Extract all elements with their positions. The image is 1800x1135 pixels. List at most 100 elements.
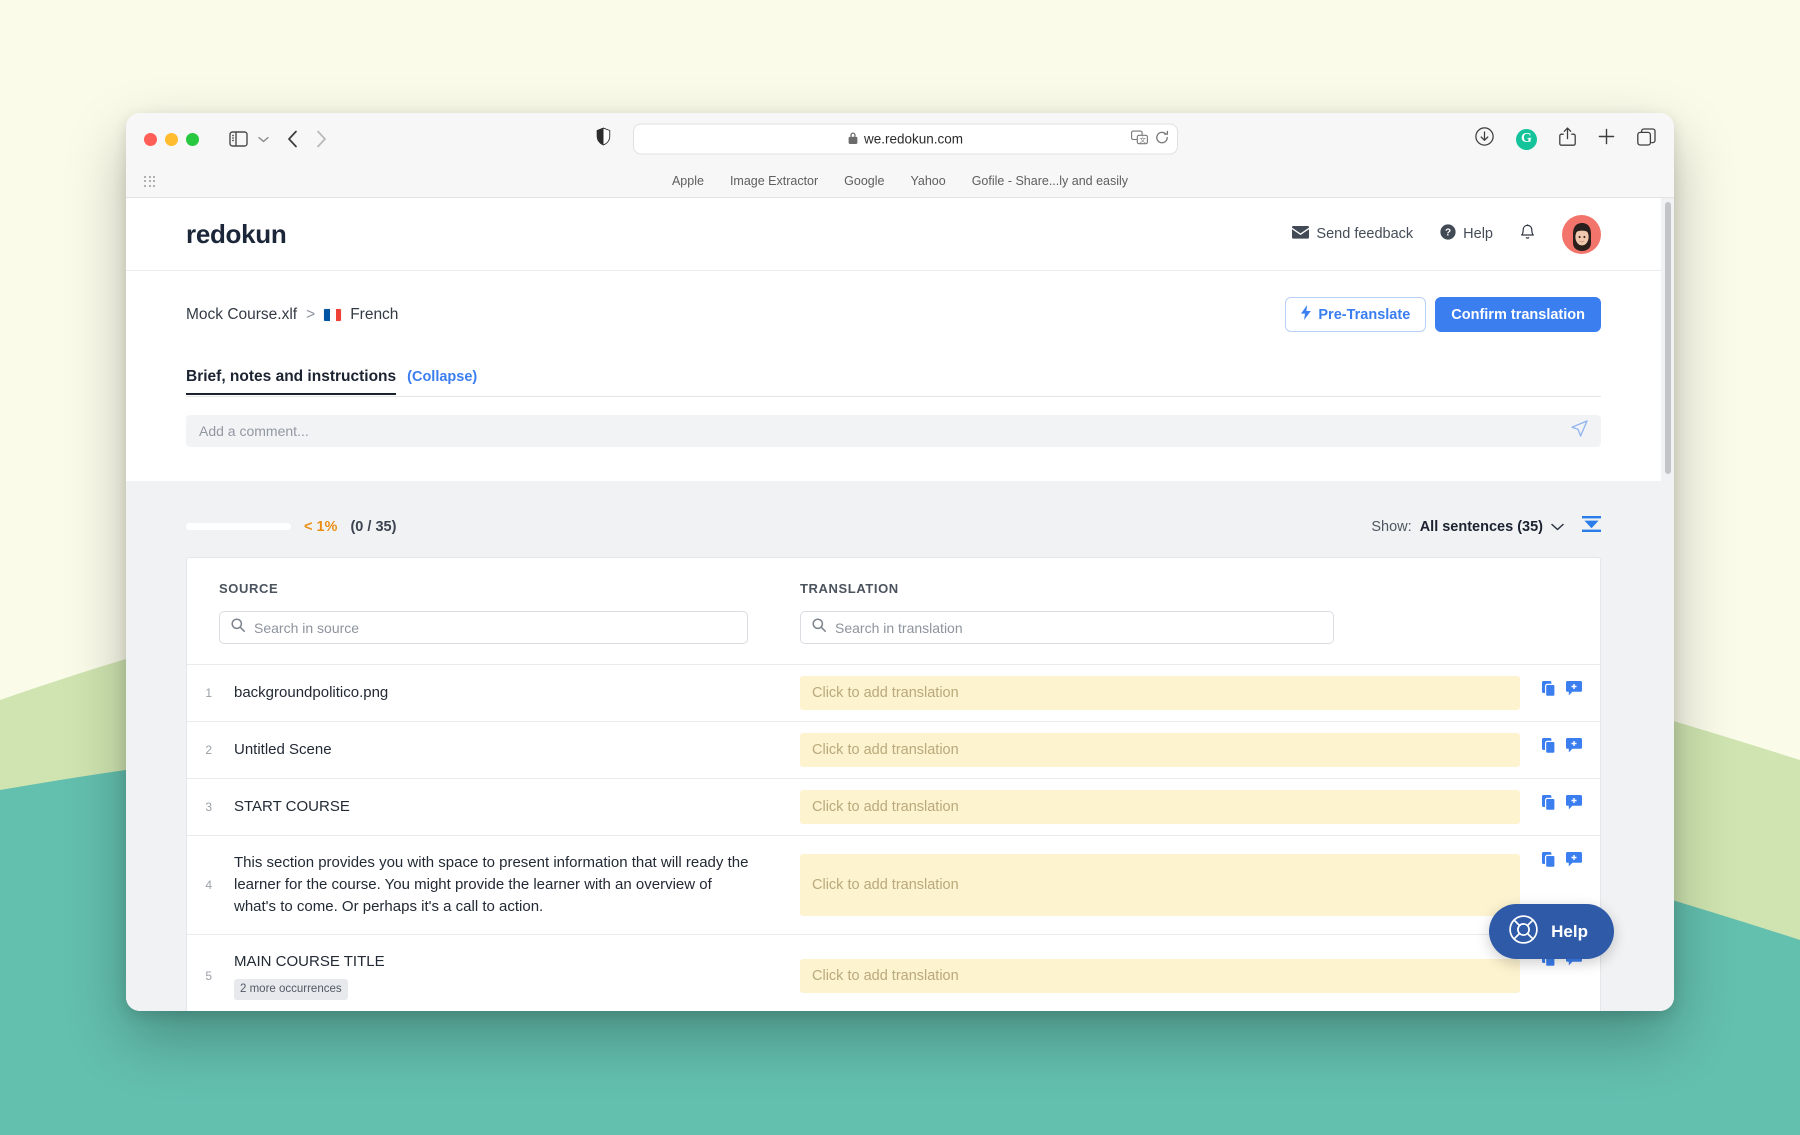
confirm-translation-label: Confirm translation xyxy=(1451,306,1585,323)
bookmark-item[interactable]: Apple xyxy=(672,174,704,188)
brief-title: Brief, notes and instructions xyxy=(186,368,397,395)
search-icon xyxy=(812,618,826,637)
lightning-icon xyxy=(1301,305,1312,324)
progress-fraction: (0 / 35) xyxy=(350,518,397,535)
breadcrumb-language[interactable]: French xyxy=(350,306,398,324)
add-comment-icon[interactable] xyxy=(1566,852,1582,872)
row-source-text: Untitled Scene xyxy=(234,740,332,758)
translation-input[interactable]: Click to add translation xyxy=(800,958,1520,993)
row-number: 1 xyxy=(205,686,212,700)
user-avatar[interactable] xyxy=(1562,214,1601,254)
minimize-window-button[interactable] xyxy=(165,132,178,146)
row-translation: Click to add translation xyxy=(782,722,1538,778)
shield-icon[interactable] xyxy=(596,127,611,151)
bookmark-item[interactable]: Yahoo xyxy=(910,174,945,188)
search-translation-placeholder: Search in translation xyxy=(835,619,963,636)
copy-source-icon[interactable] xyxy=(1542,795,1557,816)
header-actions: Send feedback ? Help xyxy=(1292,214,1601,254)
send-feedback-button[interactable]: Send feedback xyxy=(1292,225,1414,243)
lock-icon xyxy=(848,131,858,147)
bookmark-item[interactable]: Image Extractor xyxy=(730,174,818,188)
search-source-placeholder: Search in source xyxy=(254,619,360,636)
address-bar[interactable]: we.redokun.com 文 xyxy=(633,123,1178,155)
copy-source-icon[interactable] xyxy=(1542,681,1557,702)
back-icon[interactable] xyxy=(287,130,298,148)
redokun-logo[interactable]: redokun xyxy=(186,219,287,250)
tab-overview-icon[interactable] xyxy=(1637,127,1656,151)
row-actions xyxy=(1538,722,1600,778)
close-window-button[interactable] xyxy=(144,132,157,146)
show-filter-select[interactable]: Show: All sentences (35) xyxy=(1371,518,1564,536)
translation-column-header: TRANSLATION xyxy=(782,580,1600,598)
row-actions xyxy=(1538,779,1600,835)
copy-source-icon[interactable] xyxy=(1542,738,1557,759)
translation-input[interactable]: Click to add translation xyxy=(800,733,1520,767)
bookmark-item[interactable]: Gofile - Share...ly and easily xyxy=(972,174,1128,188)
breadcrumb-file[interactable]: Mock Course.xlf xyxy=(186,306,297,324)
help-widget-label: Help xyxy=(1551,921,1588,941)
sidebar-icon[interactable] xyxy=(229,131,248,147)
sentences-panel: < 1% (0 / 35) Show: All sentences (35) S… xyxy=(126,481,1661,1011)
pre-translate-button[interactable]: Pre-Translate xyxy=(1285,297,1427,332)
notifications-button[interactable] xyxy=(1520,223,1535,245)
table-search-row: Search in source Search in translation xyxy=(187,598,1600,664)
row-source: Untitled Scene xyxy=(219,722,782,778)
envelope-icon xyxy=(1292,225,1310,243)
send-icon[interactable] xyxy=(1571,420,1588,442)
translation-placeholder: Click to add translation xyxy=(812,967,959,984)
search-source-input[interactable]: Search in source xyxy=(219,611,748,644)
document-top-panel: Mock Course.xlf > French Pre-Translate C… xyxy=(126,271,1661,481)
source-column-header: SOURCE xyxy=(187,580,782,598)
collapse-toggle[interactable]: (Collapse) xyxy=(407,369,477,385)
add-comment-icon[interactable] xyxy=(1566,681,1582,701)
translate-icon[interactable]: 文 xyxy=(1131,130,1148,148)
stats-row: < 1% (0 / 35) Show: All sentences (35) xyxy=(186,481,1601,557)
translation-input[interactable]: Click to add translation xyxy=(800,790,1520,824)
new-tab-icon[interactable] xyxy=(1598,128,1615,150)
maximize-window-button[interactable] xyxy=(186,132,199,146)
row-translation: Click to add translation xyxy=(782,836,1538,934)
translation-placeholder: Click to add translation xyxy=(812,685,959,701)
downloads-icon[interactable] xyxy=(1475,127,1494,151)
progress-group: < 1% (0 / 35) xyxy=(186,519,396,535)
add-comment-icon[interactable] xyxy=(1566,738,1582,758)
row-source-text: MAIN COURSE TITLE xyxy=(234,953,385,971)
bookmark-item[interactable]: Google xyxy=(844,174,884,188)
breadcrumb-row: Mock Course.xlf > French Pre-Translate C… xyxy=(186,271,1601,332)
row-number: 5 xyxy=(205,968,212,983)
breadcrumb-separator: > xyxy=(306,305,316,323)
table-row: 3 START COURSE Click to add translation xyxy=(187,778,1600,835)
reload-icon[interactable] xyxy=(1155,130,1169,148)
page-viewport: redokun Send feedback ? Help Mock Course… xyxy=(126,198,1674,1011)
bookmarks-bar: Apple Image Extractor Google Yahoo Gofil… xyxy=(126,165,1674,197)
help-link[interactable]: ? Help xyxy=(1440,224,1493,244)
occurrences-badge[interactable]: 2 more occurrences xyxy=(234,979,348,1001)
forward-icon[interactable] xyxy=(316,130,327,148)
window-controls[interactable] xyxy=(144,132,199,146)
add-comment-icon[interactable] xyxy=(1566,795,1582,815)
translation-input[interactable]: Click to add translation xyxy=(800,854,1520,917)
help-label: Help xyxy=(1463,226,1493,242)
table-header: SOURCE TRANSLATION xyxy=(187,558,1600,598)
translation-input[interactable]: Click to add translation xyxy=(800,676,1520,710)
search-translation-input[interactable]: Search in translation xyxy=(800,611,1334,644)
row-translation: Click to add translation xyxy=(782,665,1538,721)
row-source: START COURSE xyxy=(219,779,782,835)
help-widget-button[interactable]: Help xyxy=(1489,904,1614,959)
collapse-all-icon[interactable] xyxy=(1582,516,1601,537)
grammarly-icon[interactable]: G xyxy=(1516,128,1537,150)
page-scrollbar[interactable] xyxy=(1661,198,1674,1011)
share-icon[interactable] xyxy=(1559,127,1576,151)
chevron-down-icon[interactable] xyxy=(258,136,269,143)
svg-text:?: ? xyxy=(1445,228,1451,239)
comment-input-wrapper[interactable]: Add a comment... xyxy=(186,415,1601,447)
progress-bar xyxy=(186,523,291,530)
translation-placeholder: Click to add translation xyxy=(812,877,959,894)
confirm-translation-button[interactable]: Confirm translation xyxy=(1435,297,1601,332)
browser-window: we.redokun.com 文 G Apple Image Extractor… xyxy=(126,113,1674,1011)
copy-source-icon[interactable] xyxy=(1542,852,1557,873)
show-filter-value: All sentences (35) xyxy=(1419,518,1543,535)
show-filter-label: Show: xyxy=(1371,518,1412,535)
send-feedback-label: Send feedback xyxy=(1316,226,1414,242)
scrollbar-thumb[interactable] xyxy=(1665,202,1671,474)
